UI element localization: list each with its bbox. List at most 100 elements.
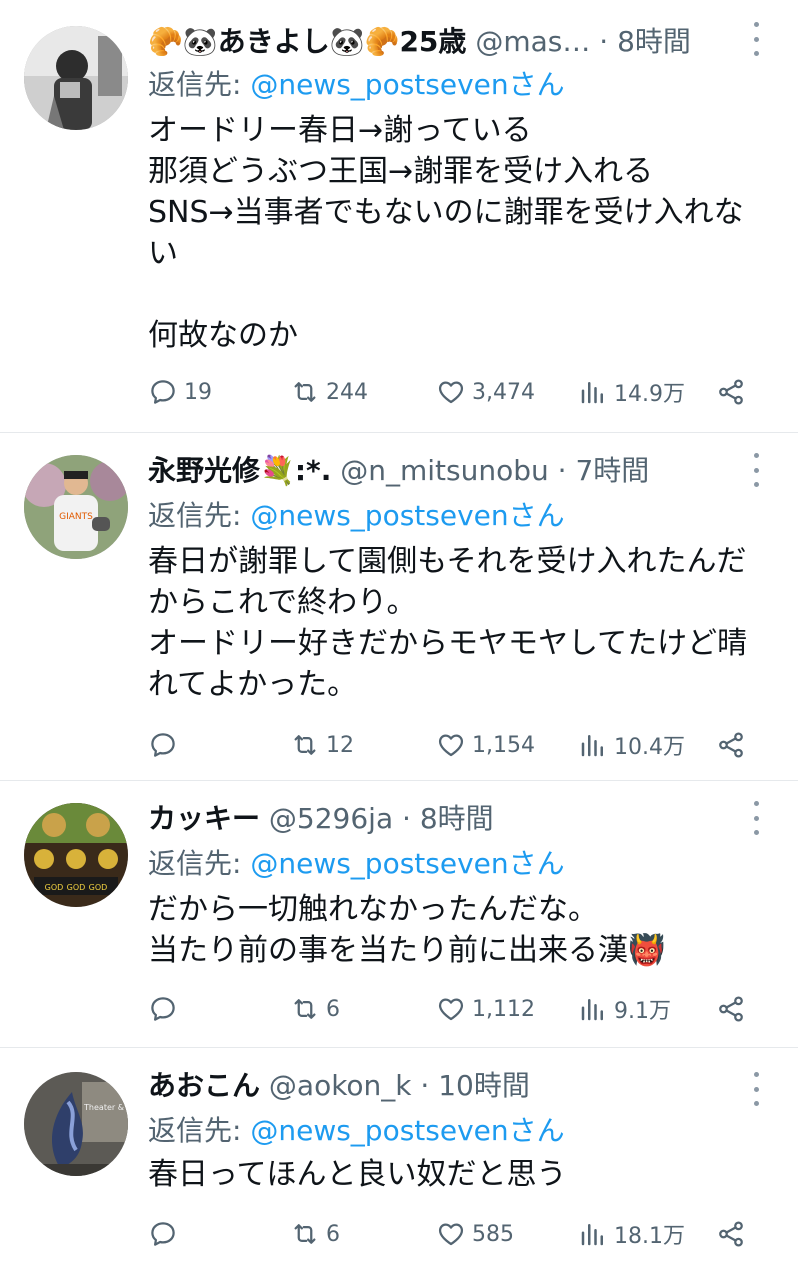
reply-mention[interactable]: @news_postsevenさん [250, 68, 564, 101]
share-button[interactable] [716, 989, 746, 1029]
tweet[interactable]: 🥐🐼あきよし🐼🥐25歳 @mas… · 8時間 返信先: @news_posts… [0, 0, 798, 433]
display-name[interactable]: カッキー [148, 802, 260, 835]
avatar[interactable]: GOD GOD GOD [24, 803, 128, 907]
svg-text:GIANTS: GIANTS [59, 512, 93, 522]
heart-icon [436, 1219, 466, 1249]
retweet-button[interactable]: 244 [290, 372, 368, 412]
reply-mention[interactable]: @news_postsevenさん [250, 1114, 564, 1147]
view-count: 9.1万 [614, 999, 671, 1024]
retweet-button[interactable]: 6 [290, 989, 340, 1029]
bar-chart-icon [578, 994, 608, 1024]
share-button[interactable] [716, 372, 746, 412]
user-handle[interactable]: @n_mitsunobu [340, 454, 549, 487]
like-button[interactable]: 1,154 [436, 725, 535, 765]
views-button[interactable]: 18.1万 [578, 1214, 685, 1254]
reply-context: 返信先: @news_postsevenさん [148, 843, 565, 885]
reply-prefix: 返信先: [148, 68, 251, 101]
separator: · [393, 802, 420, 835]
like-button[interactable]: 3,474 [436, 372, 535, 412]
svg-text:Theater &: Theater & [83, 1103, 124, 1112]
view-count: 14.9万 [614, 382, 685, 407]
bar-chart-icon [578, 1219, 608, 1249]
tweet[interactable]: Theater & あおこん @aokon_k · 10時間 返信先: @new… [0, 1048, 798, 1283]
like-button[interactable]: 585 [436, 1214, 514, 1254]
reply-button[interactable]: 19 [148, 372, 212, 412]
reply-mention[interactable]: @news_postsevenさん [250, 499, 564, 532]
bar-chart-icon [578, 377, 608, 407]
views-button[interactable]: 10.4万 [578, 725, 685, 765]
share-nodes-icon [716, 377, 746, 407]
display-name[interactable]: あおこん [148, 1069, 260, 1102]
tweet-text: オードリー春日→謝っている 那須どうぶつ王国→謝罪を受け入れる SNS→当事者で… [148, 113, 744, 353]
like-count: 3,474 [472, 379, 535, 405]
retweet-count: 244 [326, 379, 368, 405]
timestamp[interactable]: 10時間 [438, 1069, 530, 1102]
reply-mention[interactable]: @news_postsevenさん [250, 847, 564, 880]
share-nodes-icon [716, 1219, 746, 1249]
reply-button[interactable] [148, 989, 178, 1029]
separator: · [411, 1069, 439, 1102]
tweet-text: 春日ってほんと良い奴だと思う [148, 1157, 567, 1192]
timestamp[interactable]: 7時間 [575, 454, 649, 487]
tweet-text: 春日が謝罪して園側もそれを受け入れたんだからこれで終わり。 オードリー好きだから… [148, 544, 748, 702]
reply-prefix: 返信先: [148, 499, 251, 532]
avatar[interactable]: Theater & [24, 1072, 128, 1176]
retweet-arrows-icon [290, 1219, 320, 1249]
tweet[interactable]: GOD GOD GOD カッキー @5296ja · 8時間 返信先: @new… [0, 781, 798, 1048]
share-nodes-icon [716, 994, 746, 1024]
reply-context: 返信先: @news_postsevenさん [148, 495, 565, 537]
tweet[interactable]: GIANTS 永野光修💐:*. @n_mitsunobu · 7時間 返信先: … [0, 433, 798, 781]
speech-bubble-icon [148, 377, 178, 407]
user-handle[interactable]: @mas… [475, 25, 590, 58]
svg-text:GOD: GOD [45, 883, 64, 892]
like-count: 1,112 [472, 996, 535, 1022]
reply-prefix: 返信先: [148, 1114, 251, 1147]
tweet-header: カッキー @5296ja · 8時間 [148, 797, 768, 841]
separator: · [548, 454, 576, 487]
svg-text:GOD: GOD [67, 883, 86, 892]
action-bar: 6 1,112 9.1万 [148, 989, 768, 1029]
speech-bubble-icon [148, 994, 178, 1024]
reply-context: 返信先: @news_postsevenさん [148, 64, 565, 106]
speech-bubble-icon [148, 730, 178, 760]
action-bar: 19 244 3,474 14.9万 [148, 372, 768, 412]
separator: · [590, 25, 618, 58]
timestamp[interactable]: 8時間 [420, 802, 494, 835]
tweet-header: 永野光修💐:*. @n_mitsunobu · 7時間 [148, 449, 768, 493]
reply-context: 返信先: @news_postsevenさん [148, 1110, 565, 1152]
retweet-button[interactable]: 6 [290, 1214, 340, 1254]
retweet-arrows-icon [290, 730, 320, 760]
reply-prefix: 返信先: [148, 847, 251, 880]
reply-button[interactable] [148, 725, 178, 765]
reply-count: 19 [184, 379, 212, 405]
avatar[interactable]: GIANTS [24, 455, 128, 559]
retweet-button[interactable]: 12 [290, 725, 354, 765]
tweet-text: だから一切触れなかったんだな。 当たり前の事を当たり前に出来る漢👹 [148, 892, 666, 968]
speech-bubble-icon [148, 1219, 178, 1249]
view-count: 18.1万 [614, 1224, 685, 1249]
retweet-count: 6 [326, 996, 340, 1022]
share-nodes-icon [716, 730, 746, 760]
share-button[interactable] [716, 725, 746, 765]
like-count: 1,154 [472, 732, 535, 758]
avatar[interactable] [24, 26, 128, 130]
display-name[interactable]: 🥐🐼あきよし🐼🥐25歳 [148, 25, 466, 58]
retweet-arrows-icon [290, 994, 320, 1024]
timestamp[interactable]: 8時間 [617, 25, 691, 58]
svg-text:GOD: GOD [89, 883, 108, 892]
action-bar: 6 585 18.1万 [148, 1214, 768, 1254]
heart-icon [436, 730, 466, 760]
display-name[interactable]: 永野光修💐:*. [148, 454, 331, 487]
user-handle[interactable]: @5296ja [269, 802, 393, 835]
views-button[interactable]: 14.9万 [578, 372, 685, 412]
bar-chart-icon [578, 730, 608, 760]
user-handle[interactable]: @aokon_k [269, 1069, 412, 1102]
view-count: 10.4万 [614, 735, 685, 760]
views-button[interactable]: 9.1万 [578, 989, 671, 1029]
retweet-count: 6 [326, 1221, 340, 1247]
retweet-arrows-icon [290, 377, 320, 407]
share-button[interactable] [716, 1214, 746, 1254]
reply-button[interactable] [148, 1214, 178, 1254]
like-button[interactable]: 1,112 [436, 989, 535, 1029]
retweet-count: 12 [326, 732, 354, 758]
